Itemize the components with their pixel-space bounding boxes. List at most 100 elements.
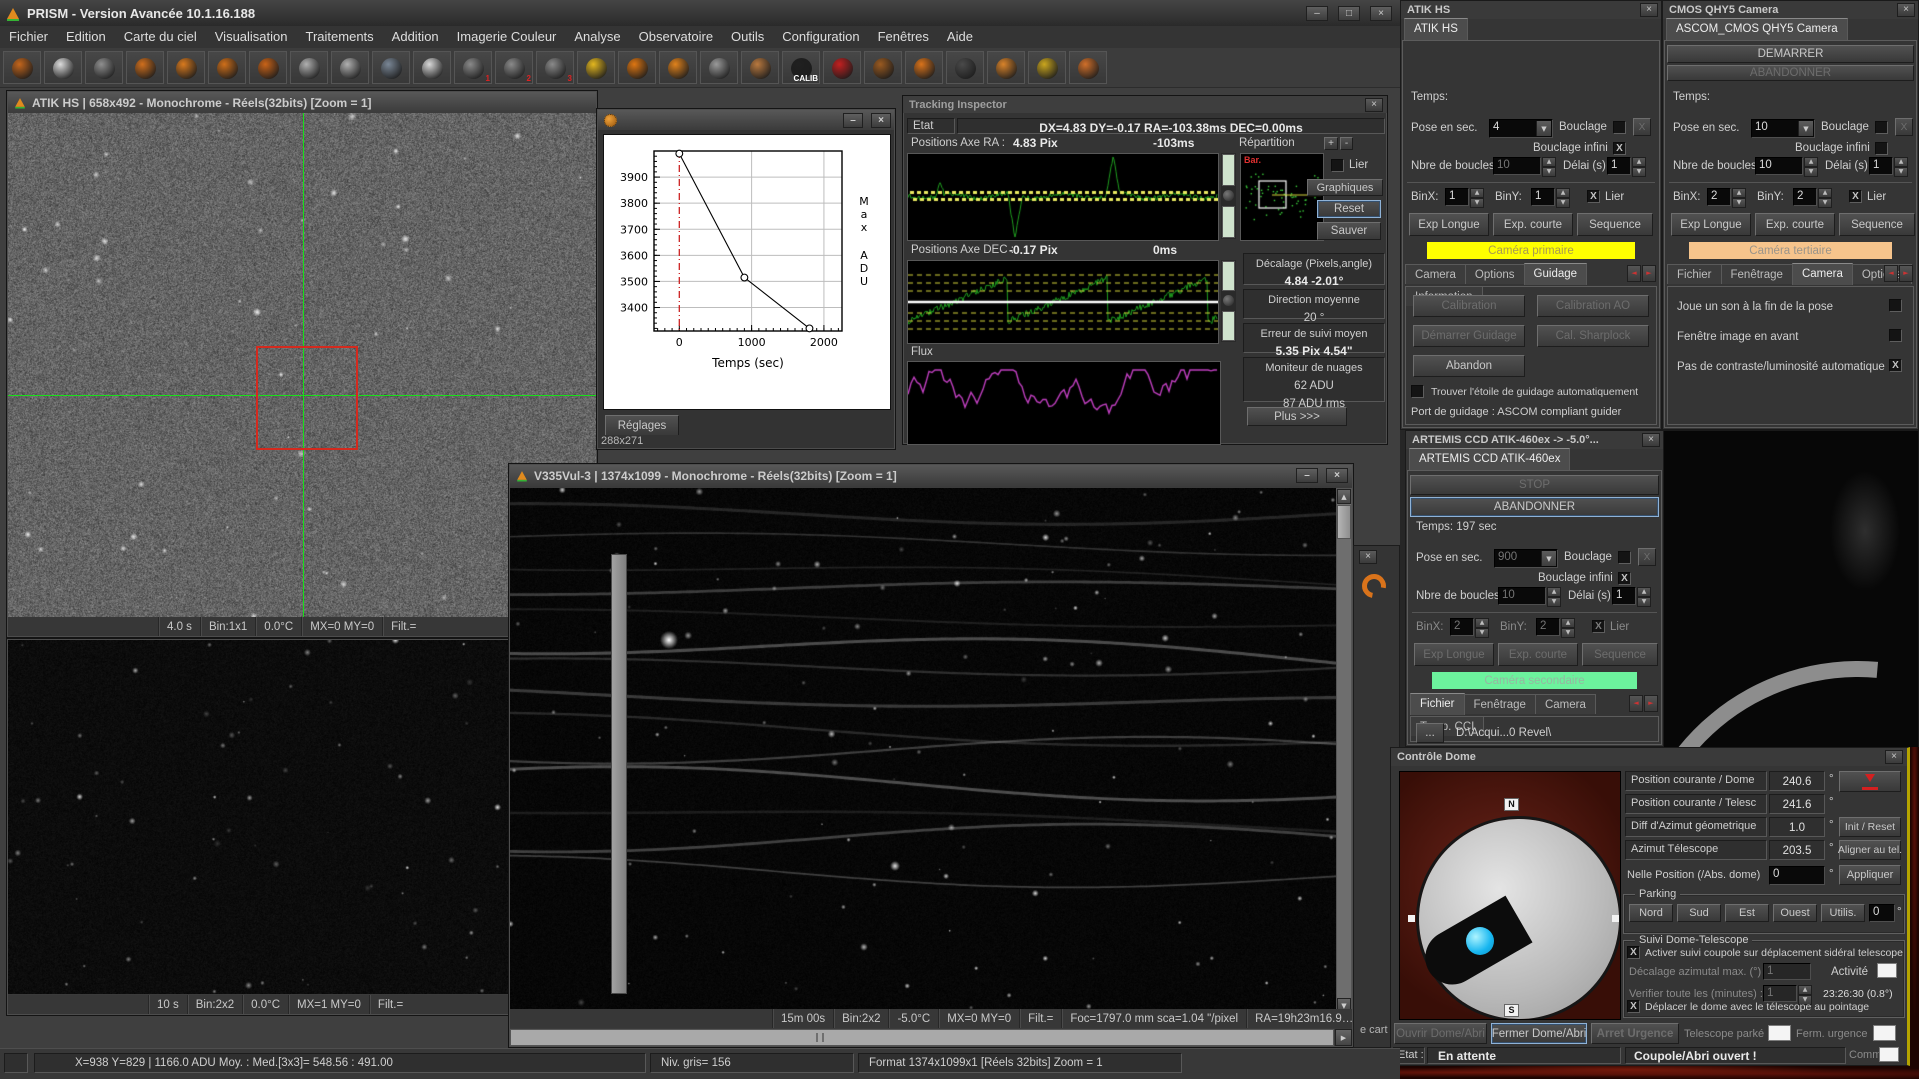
boucles-field[interactable]: 10 xyxy=(1498,587,1546,605)
minimize-button[interactable]: – xyxy=(1306,6,1328,21)
boucles-field[interactable]: 10 xyxy=(1493,157,1541,175)
delai-spinner[interactable]: ▲▼ xyxy=(1894,157,1908,175)
boucles-spinner[interactable]: ▲▼ xyxy=(1804,157,1818,175)
option-checkbox-2[interactable] xyxy=(1889,359,1902,372)
dec-slider[interactable] xyxy=(1221,260,1236,342)
bouclage-infini-checkbox[interactable] xyxy=(1875,142,1888,155)
drop-icon[interactable] xyxy=(618,51,656,84)
ouvrir-dome-abri-button[interactable]: Ouvrir Dome/Abri xyxy=(1394,1023,1487,1044)
exp-longue-button[interactable]: Exp Longue xyxy=(1671,213,1751,236)
parking-sud-button[interactable]: Sud xyxy=(1677,904,1721,922)
fermer-dome-abri-button[interactable]: Fermer Dome/Abri xyxy=(1491,1023,1587,1044)
parking-est-button[interactable]: Est xyxy=(1725,904,1769,922)
tab-camera[interactable]: Camera xyxy=(1405,264,1466,284)
tab-options[interactable]: Options xyxy=(1465,264,1525,284)
tab-fichier[interactable]: Fichier xyxy=(1667,264,1722,284)
bouclage-checkbox[interactable] xyxy=(1618,551,1631,564)
robot-arm-icon[interactable] xyxy=(1069,51,1107,84)
pose-combo[interactable]: 4▼ xyxy=(1489,119,1553,138)
binx-spinner[interactable]: ▲▼ xyxy=(1475,618,1489,636)
bouclage-checkbox[interactable] xyxy=(1613,121,1626,134)
arret-urgence-button[interactable]: Arret Urgence xyxy=(1591,1023,1679,1044)
tab-fichier[interactable]: Fichier xyxy=(1410,693,1465,715)
abort-x-button[interactable]: X xyxy=(1638,548,1656,566)
atik-window-titlebar[interactable]: ATIK HS | 658x492 - Monochrome - Réels(3… xyxy=(8,92,596,113)
delai-spinner[interactable]: ▲▼ xyxy=(1632,157,1646,175)
library-icon[interactable] xyxy=(3,51,41,84)
menu-addition[interactable]: Addition xyxy=(383,26,448,48)
tab-scroll-right-icon[interactable]: ► xyxy=(1644,695,1658,712)
v335-vertical-scrollbar[interactable]: ▲ ▼ xyxy=(1336,488,1352,1014)
bouclage-checkbox[interactable] xyxy=(1875,121,1888,134)
delai-spinner[interactable]: ▲▼ xyxy=(1637,587,1651,605)
graphiques-button[interactable]: Graphiques xyxy=(1307,179,1383,196)
menu-visualisation[interactable]: Visualisation xyxy=(206,26,297,48)
biny-field[interactable]: 2 xyxy=(1536,618,1560,636)
exp-courte-button[interactable]: Exp. courte xyxy=(1498,643,1578,666)
histogram-icon[interactable] xyxy=(905,51,943,84)
stop-button[interactable]: STOP xyxy=(1410,475,1659,495)
close-button[interactable]: × xyxy=(871,113,891,128)
dec-az-field[interactable]: 1 xyxy=(1763,963,1811,980)
parking-nord-button[interactable]: Nord xyxy=(1629,904,1673,922)
verif-field[interactable]: 1 xyxy=(1763,985,1797,1002)
tab-camera[interactable]: Camera xyxy=(1535,694,1596,714)
suivi-checkbox[interactable] xyxy=(1627,946,1640,959)
move-dome-checkbox[interactable] xyxy=(1627,1000,1640,1013)
cal-sharplock-button[interactable]: Cal. Sharplock xyxy=(1537,325,1649,347)
option-checkbox-0[interactable] xyxy=(1889,299,1902,312)
binx-field[interactable]: 2 xyxy=(1450,618,1474,636)
repartition-plus-button[interactable]: + xyxy=(1324,137,1338,150)
menu-configuration[interactable]: Configuration xyxy=(773,26,868,48)
rotate-red-icon[interactable] xyxy=(823,51,861,84)
parking-ouest-button[interactable]: Ouest xyxy=(1773,904,1817,922)
calib-icon[interactable]: CALIB xyxy=(782,51,820,84)
close-icon[interactable]: × xyxy=(1885,750,1903,764)
delai-field[interactable]: 1 xyxy=(1612,587,1636,605)
image-edit-icon[interactable] xyxy=(85,51,123,84)
v335-window-titlebar[interactable]: V335Vul-3 | 1374x1099 - Monochrome - Rée… xyxy=(510,465,1352,486)
save-icon[interactable] xyxy=(44,51,82,84)
biny-field[interactable]: 2 xyxy=(1793,188,1817,206)
blink-3-icon[interactable]: 3 xyxy=(536,51,574,84)
reset-button[interactable]: Reset xyxy=(1317,200,1381,218)
sequence-button[interactable]: Sequence xyxy=(1577,213,1653,236)
delai-field[interactable]: 1 xyxy=(1869,157,1893,175)
nelle-position-field[interactable]: 0 xyxy=(1769,866,1825,885)
minimize-button[interactable]: – xyxy=(1296,468,1318,483)
arrow-down-icon[interactable] xyxy=(167,51,205,84)
binx-field[interactable]: 1 xyxy=(1445,188,1469,206)
pose-dropdown-arrow[interactable]: ▼ xyxy=(1798,121,1813,136)
tab-fen-trage[interactable]: Fenêtrage xyxy=(1721,264,1793,284)
blink-2-icon[interactable]: 2 xyxy=(495,51,533,84)
lier-checkbox[interactable] xyxy=(1592,620,1605,633)
sphere-icon[interactable] xyxy=(249,51,287,84)
ra-slider[interactable] xyxy=(1221,153,1236,239)
pose-combo[interactable]: 900▼ xyxy=(1494,549,1558,568)
biny-field[interactable]: 1 xyxy=(1531,188,1555,206)
clean-disc-icon[interactable] xyxy=(413,51,451,84)
sequence-button[interactable]: Sequence xyxy=(1839,213,1915,236)
maximize-button[interactable]: □ xyxy=(1338,6,1360,21)
pose-dropdown-arrow[interactable]: ▼ xyxy=(1541,551,1556,566)
binx-field[interactable]: 2 xyxy=(1707,188,1731,206)
tab-scroll-left-icon[interactable]: ◄ xyxy=(1627,265,1641,282)
dome-park-button[interactable] xyxy=(1839,771,1901,792)
abandonner-button[interactable]: ABANDONNER xyxy=(1410,497,1659,517)
tab-artemis[interactable]: ARTEMIS CCD ATIK-460ex xyxy=(1409,448,1570,470)
exp-courte-button[interactable]: Exp. courte xyxy=(1493,213,1573,236)
reglages-button[interactable]: Réglages xyxy=(605,415,679,436)
graph-window-titlebar[interactable]: – × xyxy=(598,110,894,130)
browse-button[interactable]: ... xyxy=(1416,723,1444,743)
parking-utilis-button[interactable]: Utilis. xyxy=(1821,904,1865,922)
init-reset-button[interactable]: Init / Reset xyxy=(1839,817,1901,837)
close-icon[interactable]: × xyxy=(1640,3,1658,17)
menu-outils[interactable]: Outils xyxy=(722,26,773,48)
aligner-au-tel-button[interactable]: Aligner au tel. xyxy=(1839,840,1901,860)
flip-curve-icon[interactable] xyxy=(208,51,246,84)
delai-field[interactable]: 1 xyxy=(1607,157,1631,175)
menu-analyse[interactable]: Analyse xyxy=(565,26,629,48)
menu-imagerie-couleur[interactable]: Imagerie Couleur xyxy=(448,26,566,48)
verif-spinner[interactable]: ▲▼ xyxy=(1798,985,1812,1002)
boucles-field[interactable]: 10 xyxy=(1755,157,1803,175)
